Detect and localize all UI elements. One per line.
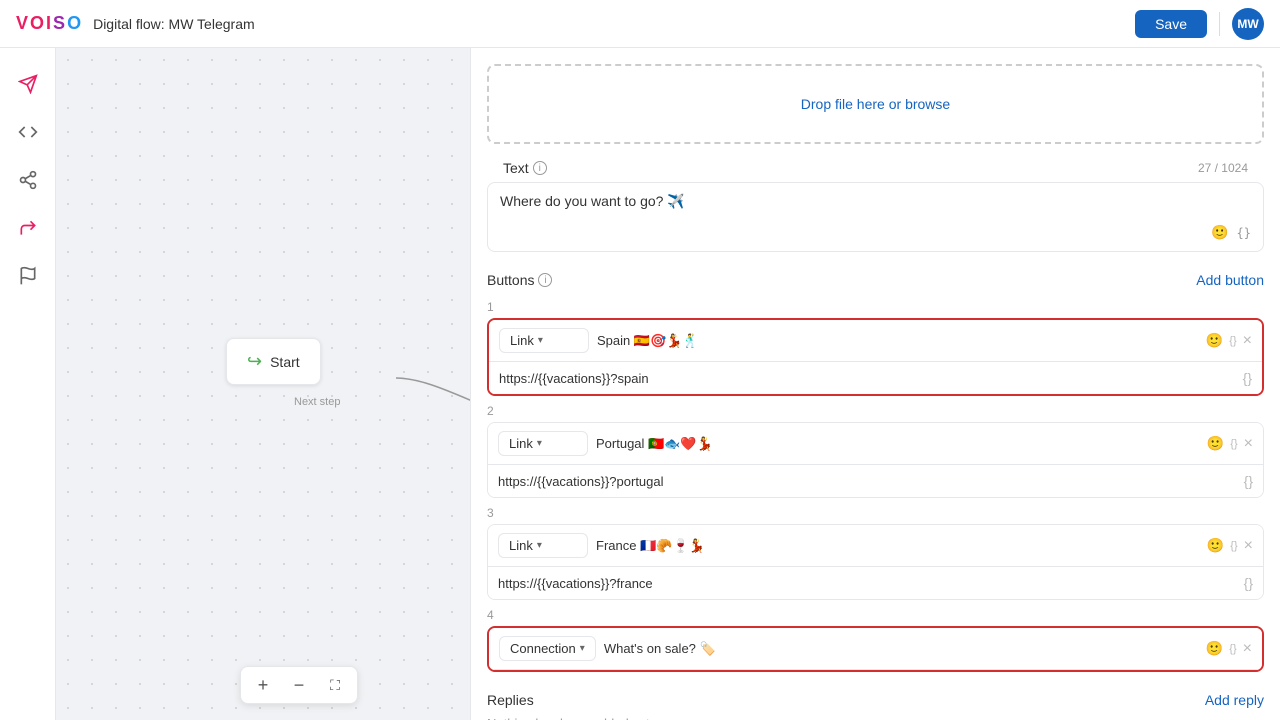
header-left: VOISO Digital flow: MW Telegram — [16, 13, 255, 34]
button-row-2: Link ▾ Portugal 🇵🇹🐟❤️💃 🙂 {} × {} — [487, 422, 1264, 498]
button-label-3[interactable]: France 🇫🇷🥐🍷💃 — [596, 538, 1199, 554]
button-url-row-2: {} — [488, 465, 1263, 497]
button-row-container-4: 4 Connection ▾ What's on sale? 🏷️ 🙂 {} × — [471, 608, 1280, 680]
text-info-icon[interactable]: i — [533, 161, 547, 175]
zoom-controls: + − ⛶ — [240, 666, 358, 704]
url-input-1[interactable] — [499, 371, 1239, 386]
close-button-1[interactable]: × — [1243, 332, 1252, 350]
sidebar-share-icon[interactable] — [8, 160, 48, 200]
emoji-icon[interactable]: 🙂 — [1211, 224, 1228, 241]
variable-icon-4[interactable]: {} — [1229, 643, 1236, 655]
start-icon: ↪ — [247, 351, 262, 372]
button-row-4-icons: 🙂 {} × — [1206, 640, 1252, 658]
button-row-1-icons: 🙂 {} × — [1206, 332, 1252, 350]
button-url-row-1: {} — [489, 362, 1262, 394]
chevron-down-icon-3: ▾ — [537, 540, 542, 551]
next-step-label: Next step — [294, 396, 340, 408]
buttons-section-header: Buttons i Add button — [471, 264, 1280, 296]
start-node: ↪ Start — [226, 338, 321, 385]
add-button-link[interactable]: Add button — [1196, 272, 1264, 288]
close-button-4[interactable]: × — [1243, 640, 1252, 658]
button-row-4: Connection ▾ What's on sale? 🏷️ 🙂 {} × — [487, 626, 1264, 672]
button-label-4[interactable]: What's on sale? 🏷️ — [604, 641, 1198, 657]
button-label-1[interactable]: Spain 🇪🇸🎯💃🕺 — [597, 333, 1198, 349]
replies-header: Replies Add reply — [487, 692, 1264, 708]
url-variable-icon-1[interactable]: {} — [1243, 370, 1252, 386]
page-title: Digital flow: MW Telegram — [93, 16, 255, 32]
button-row-num-2: 2 — [487, 404, 1264, 418]
button-row-4-top: Connection ▾ What's on sale? 🏷️ 🙂 {} × — [489, 628, 1262, 670]
zoom-in-button[interactable]: + — [249, 671, 277, 699]
close-button-3[interactable]: × — [1244, 537, 1253, 555]
chevron-down-icon-2: ▾ — [537, 438, 542, 449]
button-row-num-1: 1 — [487, 300, 1264, 314]
button-type-select-2[interactable]: Link ▾ — [498, 431, 588, 456]
header-right: Save MW — [1135, 8, 1264, 40]
emoji-icon-4[interactable]: 🙂 — [1206, 640, 1223, 657]
emoji-icon-2[interactable]: 🙂 — [1207, 435, 1224, 452]
avatar: MW — [1232, 8, 1264, 40]
variable-icon-2[interactable]: {} — [1230, 438, 1237, 450]
sidebar-redirect-icon[interactable] — [8, 208, 48, 248]
header: VOISO Digital flow: MW Telegram Save MW — [0, 0, 1280, 48]
sidebar — [0, 48, 56, 720]
button-row-container-3: 3 Link ▾ France 🇫🇷🥐🍷💃 🙂 {} × {} — [471, 506, 1280, 608]
browse-link[interactable]: browse — [905, 96, 950, 112]
text-area-icons: 🙂 {} — [1211, 224, 1251, 241]
add-reply-link[interactable]: Add reply — [1205, 692, 1264, 708]
button-row-num-4: 4 — [487, 608, 1264, 622]
emoji-icon-1[interactable]: 🙂 — [1206, 332, 1223, 349]
button-row-container-1: 1 Link ▾ Spain 🇪🇸🎯💃🕺 🙂 {} × {} — [471, 300, 1280, 404]
button-type-select-1[interactable]: Link ▾ — [499, 328, 589, 353]
text-area-wrapper[interactable]: Where do you want to go? ✈️ 🙂 {} — [487, 182, 1264, 252]
drop-zone-text: Drop file here or — [801, 96, 901, 112]
drop-zone[interactable]: Drop file here or browse — [487, 64, 1264, 144]
button-row-1-top: Link ▾ Spain 🇪🇸🎯💃🕺 🙂 {} × — [489, 320, 1262, 362]
emoji-icon-3[interactable]: 🙂 — [1207, 537, 1224, 554]
variable-icon-1[interactable]: {} — [1229, 335, 1236, 347]
button-row-1: Link ▾ Spain 🇪🇸🎯💃🕺 🙂 {} × {} — [487, 318, 1264, 396]
save-button[interactable]: Save — [1135, 10, 1207, 38]
replies-label: Replies — [487, 692, 534, 708]
url-input-3[interactable] — [498, 576, 1240, 591]
header-divider — [1219, 12, 1220, 36]
button-url-row-3: {} — [488, 567, 1263, 599]
text-section: Text i 27 / 1024 Where do you want to go… — [471, 160, 1280, 264]
text-section-header: Text i 27 / 1024 — [487, 160, 1264, 176]
sidebar-code-icon[interactable] — [8, 112, 48, 152]
replies-empty: Nothing has been added yet. — [487, 716, 1264, 720]
button-label-2[interactable]: Portugal 🇵🇹🐟❤️💃 — [596, 436, 1199, 452]
zoom-fit-button[interactable]: ⛶ — [321, 671, 349, 699]
button-row-3-top: Link ▾ France 🇫🇷🥐🍷💃 🙂 {} × — [488, 525, 1263, 567]
chevron-down-icon-4: ▾ — [580, 643, 585, 654]
char-count: 27 / 1024 — [1198, 161, 1248, 175]
button-row-2-icons: 🙂 {} × — [1207, 435, 1253, 453]
text-area-content[interactable]: Where do you want to go? ✈️ — [500, 193, 1251, 224]
button-type-select-3[interactable]: Link ▾ — [498, 533, 588, 558]
button-type-select-4[interactable]: Connection ▾ — [499, 636, 596, 661]
text-label: Text i — [503, 160, 547, 176]
variable-icon-3[interactable]: {} — [1230, 540, 1237, 552]
zoom-out-button[interactable]: − — [285, 671, 313, 699]
button-row-container-2: 2 Link ▾ Portugal 🇵🇹🐟❤️💃 🙂 {} × {} — [471, 404, 1280, 506]
button-row-3-icons: 🙂 {} × — [1207, 537, 1253, 555]
replies-section: Replies Add reply Nothing has been added… — [471, 680, 1280, 720]
buttons-info-icon[interactable]: i — [538, 273, 552, 287]
buttons-label: Buttons i — [487, 272, 552, 288]
chevron-down-icon: ▾ — [538, 335, 543, 346]
logo: VOISO — [16, 13, 81, 34]
button-row-3: Link ▾ France 🇫🇷🥐🍷💃 🙂 {} × {} — [487, 524, 1264, 600]
button-row-2-top: Link ▾ Portugal 🇵🇹🐟❤️💃 🙂 {} × — [488, 423, 1263, 465]
right-panel: Drop file here or browse Text i 27 / 102… — [470, 48, 1280, 720]
sidebar-flag-icon[interactable] — [8, 256, 48, 296]
sidebar-send-icon[interactable] — [8, 64, 48, 104]
variable-icon[interactable]: {} — [1237, 226, 1251, 240]
start-label: Start — [270, 354, 300, 370]
button-row-num-3: 3 — [487, 506, 1264, 520]
canvas: ↪ Start Next step ✈ Message ⋮ Message Wh… — [56, 48, 470, 720]
url-variable-icon-3[interactable]: {} — [1244, 575, 1253, 591]
close-button-2[interactable]: × — [1244, 435, 1253, 453]
url-input-2[interactable] — [498, 474, 1240, 489]
url-variable-icon-2[interactable]: {} — [1244, 473, 1253, 489]
